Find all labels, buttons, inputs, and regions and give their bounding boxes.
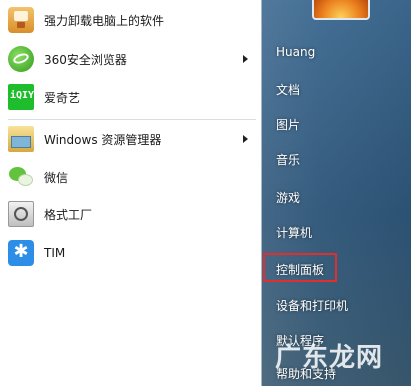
wechat-icon [8, 164, 34, 190]
program-label: TIM [44, 246, 66, 260]
program-uninstaller[interactable]: 强力卸载电脑上的软件 [8, 3, 256, 37]
program-windows-explorer[interactable]: Windows 资源管理器 [8, 122, 256, 156]
format-factory-icon [8, 201, 34, 227]
place-pictures[interactable]: 图片 [276, 116, 300, 133]
watermark: 广东龙网 [275, 343, 384, 373]
place-games[interactable]: 游戏 [276, 189, 300, 206]
program-label: 360安全浏览器 [44, 52, 127, 67]
program-label: Windows 资源管理器 [44, 132, 162, 147]
place-devices-printers[interactable]: 设备和打印机 [276, 297, 348, 314]
program-label: 爱奇艺 [44, 90, 81, 105]
place-documents[interactable]: 文档 [276, 81, 300, 98]
program-tim[interactable]: ✱ TIM [8, 236, 256, 270]
program-label: 格式工厂 [44, 207, 93, 222]
program-wechat[interactable]: 微信 [8, 160, 256, 194]
explorer-icon [8, 126, 34, 152]
start-menu: 强力卸载电脑上的软件 360安全浏览器 iQIY 爱奇艺 Windows 资源管… [0, 0, 411, 386]
place-computer[interactable]: 计算机 [276, 224, 312, 241]
program-iqiyi[interactable]: iQIY 爱奇艺 [8, 80, 256, 114]
place-user-folder[interactable]: Huang [276, 45, 315, 59]
360-browser-icon [8, 46, 34, 72]
place-music[interactable]: 音乐 [276, 151, 300, 168]
uninstall-icon [8, 7, 34, 33]
pinned-programs-pane: 强力卸载电脑上的软件 360安全浏览器 iQIY 爱奇艺 Windows 资源管… [0, 0, 262, 386]
places-pane: Huang 文档 图片 音乐 游戏 计算机 控制面板 设备和打印机 默认程序 帮… [262, 0, 411, 386]
submenu-arrow-icon[interactable] [243, 135, 248, 143]
iqiyi-logo-text: iQIY [10, 90, 35, 101]
tim-icon: ✱ [8, 240, 34, 266]
user-picture[interactable] [312, 0, 370, 20]
submenu-arrow-icon[interactable] [243, 55, 248, 63]
control-panel-highlight-box [263, 253, 337, 282]
tim-logo-text: ✱ [13, 241, 29, 262]
program-format-factory[interactable]: 格式工厂 [8, 197, 256, 231]
program-label: 微信 [44, 170, 69, 185]
iqiyi-icon: iQIY [8, 84, 34, 110]
program-label: 强力卸载电脑上的软件 [44, 13, 165, 28]
program-360-browser[interactable]: 360安全浏览器 [8, 42, 256, 76]
separator [8, 119, 256, 120]
